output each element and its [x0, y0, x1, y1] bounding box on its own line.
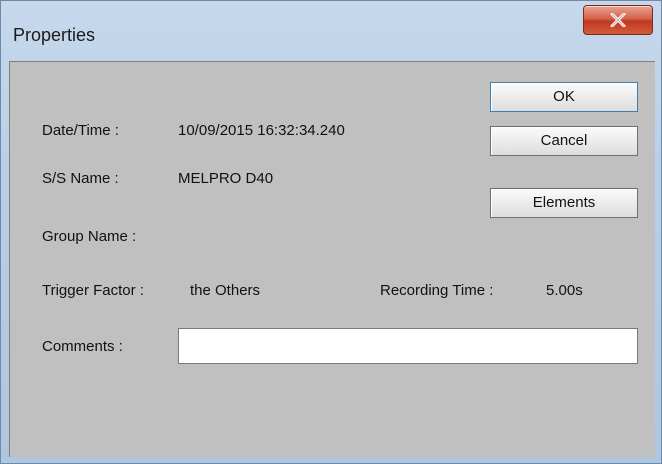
close-button[interactable]: [583, 5, 653, 35]
window-title: Properties: [13, 25, 96, 45]
close-icon: [610, 13, 626, 27]
recording-time-value: 5.00s: [546, 282, 583, 299]
comments-label: Comments :: [42, 338, 123, 355]
dialog-client-area: Date/Time : 10/09/2015 16:32:34.240 S/S …: [9, 61, 655, 457]
trigger-factor-value: the Others: [190, 282, 261, 299]
cancel-button[interactable]: Cancel: [490, 126, 638, 156]
elements-button[interactable]: Elements: [490, 188, 638, 218]
ss-name-label: S/S Name :: [42, 170, 119, 187]
ok-button[interactable]: OK: [490, 82, 638, 112]
group-name-label: Group Name :: [42, 228, 137, 245]
datetime-label: Date/Time :: [42, 122, 119, 139]
trigger-factor-label: Trigger Factor :: [42, 282, 144, 299]
ss-name-value: MELPRO D40: [178, 170, 274, 187]
recording-time-label: Recording Time :: [380, 282, 494, 299]
comments-input[interactable]: [178, 328, 638, 364]
datetime-value: 10/09/2015 16:32:34.240: [178, 122, 345, 139]
title-bar[interactable]: Properties: [1, 1, 661, 61]
properties-window: Properties Date/Time : 10/09/2015 16:32:…: [0, 0, 662, 464]
